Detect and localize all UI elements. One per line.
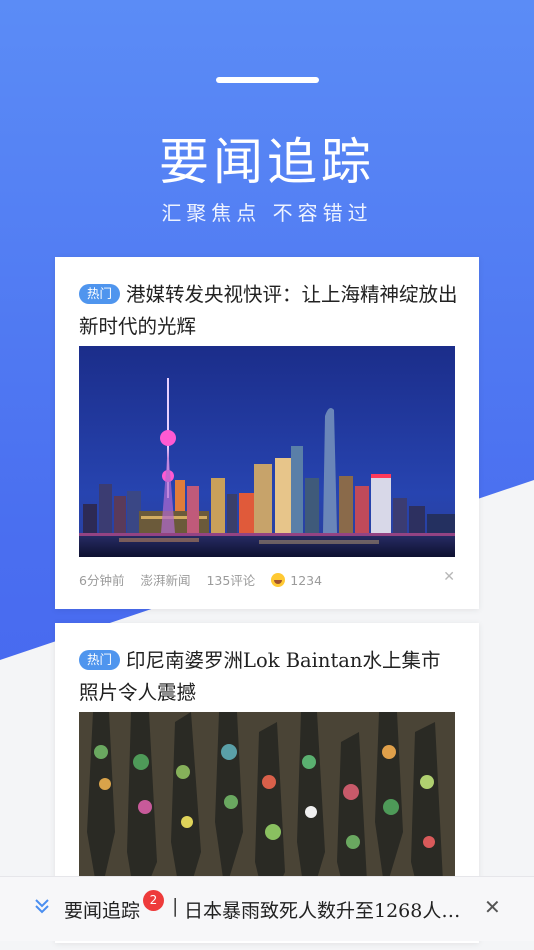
news-headline[interactable]: 热门 港媒转发央视快评：让上海精神绽放出新时代的光辉 xyxy=(79,279,459,343)
hero-subtitle: 汇聚焦点 不容错过 xyxy=(161,201,373,225)
hot-tag: 热门 xyxy=(79,650,121,670)
dismiss-news-close-icon[interactable]: ✕ xyxy=(443,569,455,585)
headline-text: 印尼南婆罗洲Lok Baintan水上集市照片令人震撼 xyxy=(79,649,441,704)
shanghai-skyline-photo[interactable] xyxy=(79,346,455,557)
ticker-title[interactable]: 要闻追踪 xyxy=(64,896,140,923)
comment-count[interactable]: 135评论 xyxy=(206,573,255,588)
news-card[interactable]: 热门 港媒转发央视快评：让上海精神绽放出新时代的光辉 6分钟前 澎湃新闻 135… xyxy=(55,257,479,609)
headline-text: 港媒转发央视快评：让上海精神绽放出新时代的光辉 xyxy=(79,283,458,338)
news-headline[interactable]: 热门 印尼南婆罗洲Lok Baintan水上集市照片令人震撼 xyxy=(79,645,459,709)
unread-badge: 2 xyxy=(143,890,164,911)
news-source[interactable]: 澎湃新闻 xyxy=(140,573,190,588)
bottom-news-ticker[interactable]: 要闻追踪 2 | 日本暴雨致死人数升至1268人… ✕ xyxy=(0,876,534,941)
news-meta: 6分钟前 澎湃新闻 135评论 1234 xyxy=(79,570,334,589)
close-icon[interactable]: ✕ xyxy=(484,895,501,919)
chevron-down-icon[interactable] xyxy=(33,897,51,915)
laugh-emoji-icon xyxy=(271,573,286,587)
hero-handle-bar xyxy=(216,77,319,83)
ticker-headline[interactable]: 日本暴雨致死人数升至1268人… xyxy=(184,896,466,923)
like-count: 1234 xyxy=(290,573,323,588)
hero-title: 要闻追踪 xyxy=(159,133,375,191)
hot-tag: 热门 xyxy=(79,284,121,304)
ticker-separator: | xyxy=(172,895,179,917)
reaction[interactable]: 1234 xyxy=(271,573,322,588)
publish-time: 6分钟前 xyxy=(79,573,125,588)
